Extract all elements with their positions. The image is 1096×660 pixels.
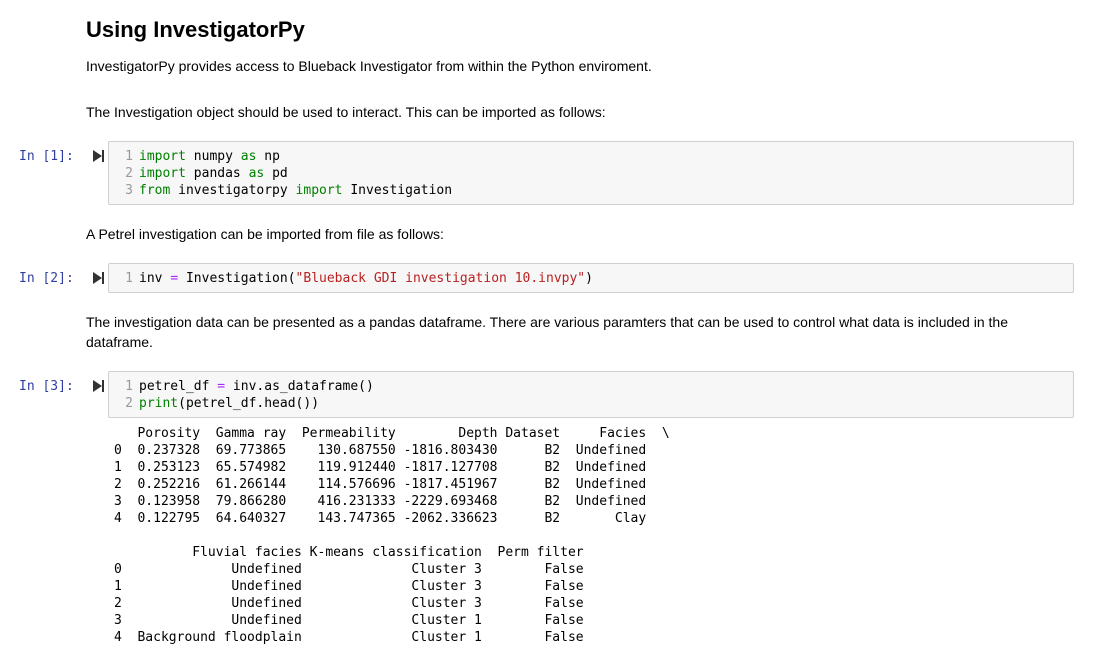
dataframe-text-line-2: dataframe. bbox=[86, 334, 153, 350]
operator: = bbox=[217, 379, 226, 394]
code-line: 3 from investigatorpy import Investigati… bbox=[109, 182, 1073, 199]
keyword: from bbox=[139, 183, 171, 198]
code-line: 2 print(petrel_df.head()) bbox=[109, 395, 1073, 412]
code-input[interactable]: 1 petrel_df = inv.as_dataframe() 2 print… bbox=[108, 371, 1074, 418]
keyword: import bbox=[139, 166, 186, 181]
code-token: Investigation bbox=[342, 183, 453, 198]
run-cell-icon[interactable] bbox=[91, 271, 105, 285]
string-literal: "Blueback GDI investigation 10.invpy" bbox=[295, 271, 586, 286]
code-input[interactable]: 1 inv = Investigation("Blueback GDI inve… bbox=[108, 263, 1074, 293]
keyword: as bbox=[240, 149, 257, 164]
code-line: 1 import numpy as np bbox=[109, 148, 1073, 165]
intro-text: InvestigatorPy provides access to Blueba… bbox=[86, 58, 652, 74]
line-number: 1 bbox=[125, 379, 133, 394]
line-number: 3 bbox=[125, 183, 133, 198]
page-title: Using InvestigatorPy bbox=[86, 17, 305, 42]
cell-prompt: In [1]: bbox=[19, 149, 74, 164]
builtin: print bbox=[139, 396, 179, 411]
code-token: ) bbox=[585, 271, 593, 286]
code-input[interactable]: 1 import numpy as np 2 import pandas as … bbox=[108, 141, 1074, 205]
code-token: inv bbox=[139, 271, 171, 286]
line-number: 1 bbox=[125, 271, 133, 286]
code-line: 1 petrel_df = inv.as_dataframe() bbox=[109, 378, 1073, 395]
keyword: as bbox=[248, 166, 265, 181]
code-token: petrel_df bbox=[139, 379, 218, 394]
code-token: (petrel_df.head()) bbox=[178, 396, 320, 411]
keyword: import bbox=[139, 149, 186, 164]
code-line: 2 import pandas as pd bbox=[109, 165, 1073, 182]
run-cell-icon[interactable] bbox=[91, 379, 105, 393]
line-number: 2 bbox=[125, 396, 133, 411]
line-number: 2 bbox=[125, 166, 133, 181]
keyword: import bbox=[295, 183, 343, 198]
code-token: pd bbox=[264, 166, 288, 181]
code-token: numpy bbox=[185, 149, 241, 164]
operator: = bbox=[170, 271, 179, 286]
code-token: investigatorpy bbox=[170, 183, 296, 198]
cell-prompt: In [2]: bbox=[19, 271, 74, 286]
petrel-instructions-text: A Petrel investigation can be imported f… bbox=[86, 226, 444, 242]
dataframe-text-line-1: The investigation data can be presented … bbox=[86, 314, 1008, 330]
code-line: 1 inv = Investigation("Blueback GDI inve… bbox=[109, 270, 1073, 287]
run-cell-icon[interactable] bbox=[91, 149, 105, 163]
code-token: pandas bbox=[185, 166, 249, 181]
line-number: 1 bbox=[125, 149, 133, 164]
cell-prompt: In [3]: bbox=[19, 379, 74, 394]
cell-output: Porosity Gamma ray Permeability Depth Da… bbox=[114, 426, 670, 645]
import-instructions-text: The Investigation object should be used … bbox=[86, 104, 606, 120]
code-token: np bbox=[256, 149, 280, 164]
code-token: inv.as_dataframe() bbox=[225, 379, 374, 394]
code-token: Investigation( bbox=[178, 271, 296, 286]
